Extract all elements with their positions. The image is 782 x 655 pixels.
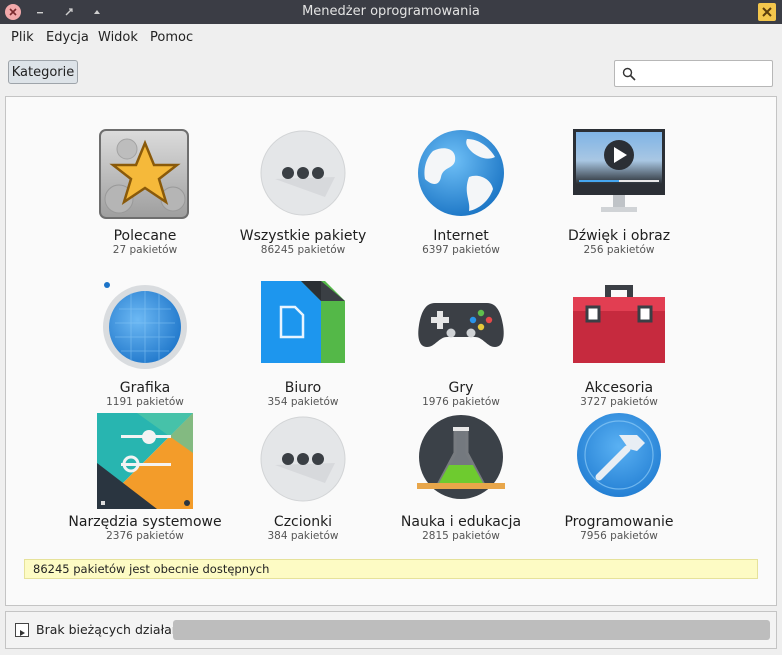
category-name: Polecane <box>113 228 177 244</box>
search-icon <box>622 67 636 81</box>
category-name: Narzędzia systemowe <box>68 514 222 530</box>
category-count: 3727 pakietów <box>580 396 658 408</box>
category-games[interactable]: Gry 1976 pakietów <box>382 279 540 409</box>
multimedia-icon <box>571 127 667 223</box>
category-count: 384 pakietów <box>267 530 339 542</box>
toolbar: Kategorie <box>0 52 782 92</box>
menu-help[interactable]: Pomoc <box>150 30 193 45</box>
progress-bar <box>173 620 770 640</box>
category-internet[interactable]: Internet 6397 pakietów <box>382 127 540 257</box>
gamepad-icon <box>413 279 509 375</box>
featured-star-icon <box>97 127 193 223</box>
category-office[interactable]: Biuro 354 pakietów <box>224 279 382 409</box>
category-name: Akcesoria <box>584 380 654 396</box>
category-count: 7956 pakietów <box>580 530 658 542</box>
category-all-packages[interactable]: Wszystkie pakiety 86245 pakietów <box>224 127 382 257</box>
category-accessories[interactable]: Akcesoria 3727 pakietów <box>540 279 698 409</box>
category-count: 6397 pakietów <box>422 244 500 256</box>
title-bar: Menedżer oprogramowania <box>0 0 782 24</box>
categories-button[interactable]: Kategorie <box>8 60 78 84</box>
category-development[interactable]: Programowanie 7956 pakietów <box>540 413 698 543</box>
all-packages-icon <box>255 127 351 223</box>
category-name: Internet <box>433 228 489 244</box>
search-input[interactable] <box>641 63 771 85</box>
category-multimedia[interactable]: Dźwięk i obraz 256 pakietów <box>540 127 698 257</box>
category-name: Grafika <box>119 380 171 396</box>
window-title: Menedżer oprogramowania <box>302 4 480 19</box>
app-logo-icon <box>758 3 776 21</box>
menu-bar: Plik Edycja Widok Pomoc <box>0 24 782 52</box>
category-name: Czcionki <box>273 514 333 530</box>
category-name: Gry <box>448 380 474 396</box>
menu-file[interactable]: Plik <box>11 30 34 45</box>
menu-edit[interactable]: Edycja <box>46 30 89 45</box>
category-name: Dźwięk i obraz <box>567 228 671 244</box>
science-flask-icon <box>413 413 509 509</box>
category-name: Programowanie <box>564 514 674 530</box>
toolbox-icon <box>571 279 667 375</box>
system-tools-icon <box>97 413 193 509</box>
graphics-icon <box>97 279 193 375</box>
category-count: 354 pakietów <box>267 396 339 408</box>
office-icon <box>255 279 351 375</box>
search-box <box>614 60 773 87</box>
category-count: 86245 pakietów <box>260 244 346 256</box>
category-count: 2815 pakietów <box>422 530 500 542</box>
category-name: Wszystkie pakiety <box>239 228 367 244</box>
activity-icon[interactable] <box>15 623 29 637</box>
category-count: 256 pakietów <box>583 244 655 256</box>
category-name: Nauka i edukacja <box>400 514 522 530</box>
globe-icon <box>413 127 509 223</box>
category-count: 27 pakietów <box>112 244 178 256</box>
categories-panel: Polecane 27 pakietów Wszystkie pakiety 8… <box>5 96 777 606</box>
available-packages-info: 86245 pakietów jest obecnie dostępnych <box>24 559 758 579</box>
category-name: Biuro <box>284 380 322 396</box>
category-count: 1976 pakietów <box>422 396 500 408</box>
category-fonts[interactable]: Czcionki 384 pakietów <box>224 413 382 543</box>
menu-view[interactable]: Widok <box>98 30 138 45</box>
development-icon <box>571 413 667 509</box>
status-bar: Brak bieżących działań <box>5 611 777 649</box>
fonts-icon <box>255 413 351 509</box>
category-count: 2376 pakietów <box>106 530 184 542</box>
category-system-tools[interactable]: Narzędzia systemowe 2376 pakietów <box>66 413 224 543</box>
category-science[interactable]: Nauka i edukacja 2815 pakietów <box>382 413 540 543</box>
category-featured[interactable]: Polecane 27 pakietów <box>66 127 224 257</box>
category-graphics[interactable]: Grafika 1191 pakietów <box>66 279 224 409</box>
category-count: 1191 pakietów <box>106 396 184 408</box>
status-text: Brak bieżących działań <box>36 622 180 637</box>
